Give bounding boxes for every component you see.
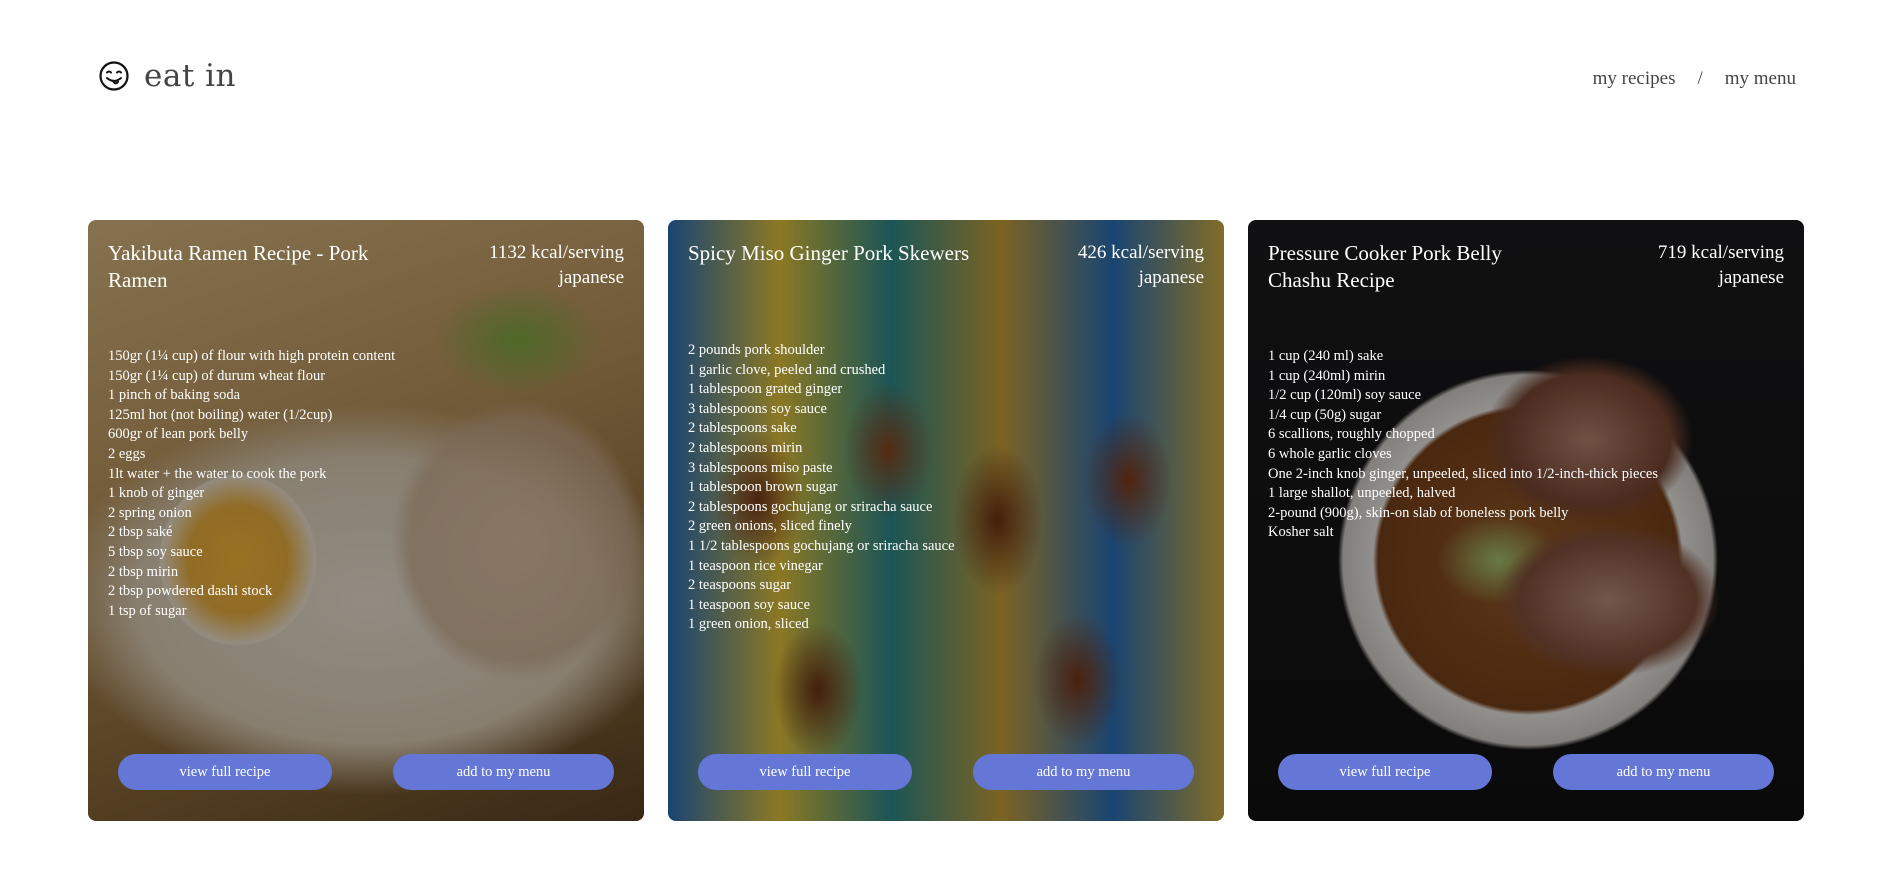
ingredient-item: 125ml hot (not boiling) water (1/2cup) bbox=[108, 406, 333, 423]
view-full-recipe-button[interactable]: view full recipe bbox=[118, 754, 332, 790]
add-to-menu-button[interactable]: add to my menu bbox=[393, 754, 614, 790]
ingredient-item: 150gr (1¼ cup) of durum wheat flour bbox=[108, 367, 326, 384]
recipe-kcal: 719 kcal/serving bbox=[1657, 242, 1784, 263]
ingredient-item: 1 teaspoon rice vinegar bbox=[688, 557, 823, 574]
view-full-recipe-button[interactable]: view full recipe bbox=[1278, 754, 1492, 790]
ingredient-item: 2 tbsp powdered dashi stock bbox=[108, 583, 273, 600]
recipe-cards: Yakibuta Ramen Recipe - Pork Ramen 1132 … bbox=[88, 220, 1804, 821]
ingredient-list: 150gr (1¼ cup) of flour with high protei… bbox=[108, 347, 608, 621]
logo-text: eat in bbox=[144, 58, 237, 94]
ingredient-item: 1 tablespoon brown sugar bbox=[688, 479, 838, 496]
ingredient-item: 150gr (1¼ cup) of flour with high protei… bbox=[108, 348, 396, 364]
ingredient-item: 1lt water + the water to cook the pork bbox=[108, 465, 327, 482]
ingredient-item: 2 eggs bbox=[108, 445, 146, 462]
recipe-kcal: 426 kcal/serving bbox=[1077, 242, 1204, 263]
ingredient-item: 1 tablespoon grated ginger bbox=[688, 381, 843, 398]
nav-my-recipes[interactable]: my recipes bbox=[1593, 68, 1676, 90]
ingredient-item: 1 1/2 tablespoons gochujang or sriracha … bbox=[688, 537, 955, 554]
ingredient-item: 1 large shallot, unpeeled, halved bbox=[1268, 485, 1456, 502]
ingredient-item: 600gr of lean pork belly bbox=[108, 426, 249, 443]
nav-separator: / bbox=[1697, 68, 1703, 89]
ingredient-item: 2 tablespoons mirin bbox=[688, 439, 803, 456]
recipe-meta: 1132 kcal/serving japanese bbox=[489, 240, 624, 290]
recipe-title: Spicy Miso Ginger Pork Skewers bbox=[688, 241, 970, 265]
logo-link[interactable]: eat in bbox=[98, 58, 236, 94]
ingredient-item: 1 cup (240 ml) sake bbox=[1268, 348, 1384, 364]
recipe-card-content: Pressure Cooker Pork Belly Chashu Recipe… bbox=[1248, 220, 1804, 821]
ingredient-item: 6 whole garlic cloves bbox=[1268, 445, 1392, 462]
smiley-tongue-icon bbox=[98, 60, 130, 92]
ingredient-item: 6 scallions, roughly chopped bbox=[1268, 426, 1435, 443]
ingredient-item: 5 tbsp soy sauce bbox=[108, 543, 203, 560]
ingredient-item: 2 teaspoons sugar bbox=[688, 577, 792, 594]
view-full-recipe-button[interactable]: view full recipe bbox=[698, 754, 912, 790]
ingredient-item: 2 pounds pork shoulder bbox=[688, 342, 825, 358]
ingredient-item: 3 tablespoons soy sauce bbox=[688, 400, 827, 417]
ingredient-item: 1/2 cup (120ml) soy sauce bbox=[1268, 387, 1422, 404]
recipe-cuisine: japanese bbox=[1718, 267, 1784, 288]
ingredient-item: 2-pound (900g), skin-on slab of boneless… bbox=[1268, 504, 1569, 521]
add-to-menu-button[interactable]: add to my menu bbox=[973, 754, 1194, 790]
ingredient-item: 2 tablespoons gochujang or sriracha sauc… bbox=[688, 498, 933, 515]
site-header: eat in my recipes / my menu bbox=[0, 0, 1896, 160]
ingredient-list: 2 pounds pork shoulder 1 garlic clove, p… bbox=[688, 341, 1188, 635]
ingredient-item: 3 tablespoons miso paste bbox=[688, 459, 833, 476]
ingredient-item: 2 green onions, sliced finely bbox=[688, 518, 852, 535]
ingredient-item: 1 garlic clove, peeled and crushed bbox=[688, 361, 886, 378]
recipe-cuisine: japanese bbox=[558, 267, 624, 288]
ingredient-item: 1 tsp of sugar bbox=[108, 602, 187, 619]
recipe-title: Yakibuta Ramen Recipe - Pork Ramen bbox=[108, 241, 369, 292]
ingredient-item: 2 tbsp saké bbox=[108, 524, 173, 541]
ingredient-list: 1 cup (240 ml) sake 1 cup (240ml) mirin … bbox=[1268, 347, 1768, 543]
ingredient-item: 2 tablespoons sake bbox=[688, 420, 797, 437]
add-to-menu-button[interactable]: add to my menu bbox=[1553, 754, 1774, 790]
ingredient-item: 1 teaspoon soy sauce bbox=[688, 596, 811, 613]
recipe-card: Yakibuta Ramen Recipe - Pork Ramen 1132 … bbox=[88, 220, 644, 821]
recipe-title: Pressure Cooker Pork Belly Chashu Recipe bbox=[1268, 241, 1502, 292]
recipe-card: Spicy Miso Ginger Pork Skewers 426 kcal/… bbox=[668, 220, 1224, 821]
ingredient-item: 1 green onion, sliced bbox=[688, 616, 809, 633]
recipe-card: Pressure Cooker Pork Belly Chashu Recipe… bbox=[1248, 220, 1804, 821]
ingredient-item: 2 spring onion bbox=[108, 504, 192, 521]
main-nav: my recipes / my menu bbox=[1593, 68, 1796, 90]
recipe-meta: 426 kcal/serving japanese bbox=[1078, 240, 1204, 290]
recipe-card-content: Yakibuta Ramen Recipe - Pork Ramen 1132 … bbox=[88, 220, 644, 821]
ingredient-item: 2 tbsp mirin bbox=[108, 563, 179, 580]
ingredient-item: One 2-inch knob ginger, unpeeled, sliced… bbox=[1268, 465, 1658, 482]
ingredient-item: 1 pinch of baking soda bbox=[108, 387, 241, 404]
recipe-meta: 719 kcal/serving japanese bbox=[1658, 240, 1784, 290]
ingredient-item: 1/4 cup (50g) sugar bbox=[1268, 406, 1382, 423]
nav-my-menu[interactable]: my menu bbox=[1725, 68, 1796, 90]
recipe-cuisine: japanese bbox=[1138, 267, 1204, 288]
recipe-card-content: Spicy Miso Ginger Pork Skewers 426 kcal/… bbox=[668, 220, 1224, 821]
recipe-kcal: 1132 kcal/serving bbox=[489, 242, 624, 263]
ingredient-item: Kosher salt bbox=[1268, 524, 1334, 541]
ingredient-item: 1 cup (240ml) mirin bbox=[1268, 367, 1386, 384]
ingredient-item: 1 knob of ginger bbox=[108, 485, 205, 502]
